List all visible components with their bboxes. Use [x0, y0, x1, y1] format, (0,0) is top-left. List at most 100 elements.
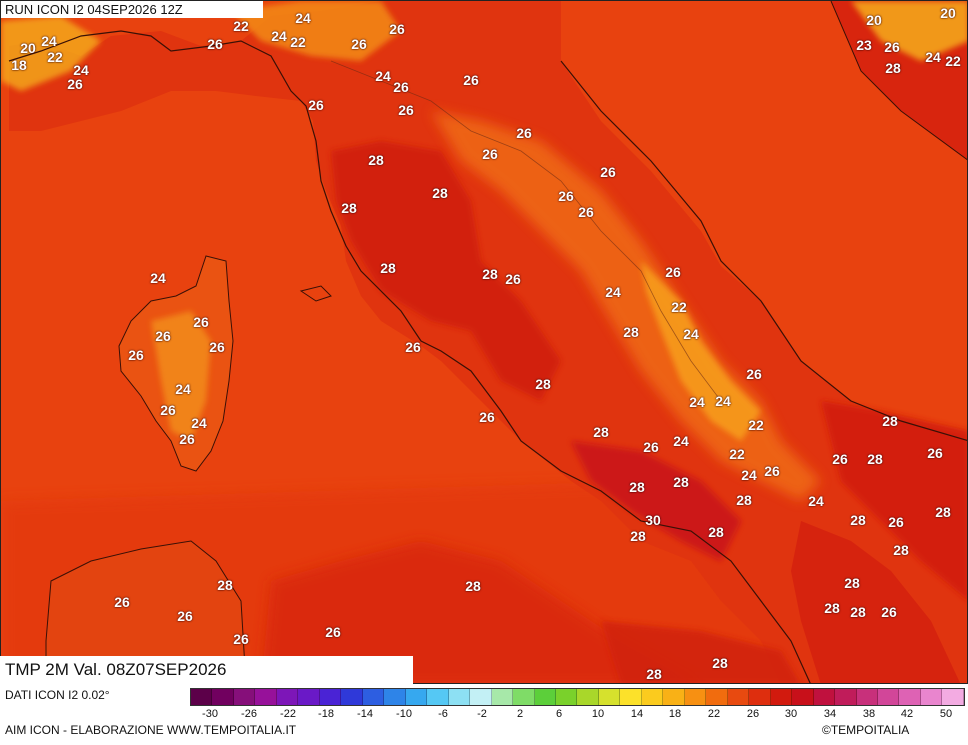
color-scale-cell [491, 689, 514, 705]
temperature-value-label: 28 [630, 528, 646, 544]
temperature-map: 24 26 20 24 22 18 24 26 26 22 24 22 26 24 26 26 26 26 26 20… [0, 0, 968, 684]
temperature-value-label: 24 [295, 10, 311, 26]
temperature-value-label: 28 [593, 424, 609, 440]
temperature-value-label: 26 [398, 102, 414, 118]
temperature-value-label: 28 [824, 600, 840, 616]
temperature-value-label: 24 [41, 33, 57, 49]
temperature-value-label: 26 [764, 463, 780, 479]
color-scale-cell [706, 689, 728, 705]
temperature-value-label: 24 [741, 467, 757, 483]
temperature-value-label: 22 [671, 299, 687, 315]
temperature-value-label: 26 [114, 594, 130, 610]
color-scale-cell [405, 689, 428, 705]
color-scale-tick-label: 34 [823, 708, 837, 720]
color-scale-cell [835, 689, 857, 705]
temperature-value-label: 28 [850, 604, 866, 620]
temperature-value-label: 26 [884, 39, 900, 55]
temperature-value-label: 28 [885, 60, 901, 76]
temperature-value-label: 18 [11, 57, 27, 73]
temperature-value-label: 28 [217, 577, 233, 593]
temperature-value-label: 24 [808, 493, 824, 509]
temperature-value-label: 26 [463, 72, 479, 88]
color-scale-cell [470, 689, 492, 705]
temperature-value-label: 24 [689, 394, 705, 410]
temperature-value-label: 24 [73, 62, 89, 78]
temperature-value-label: 24 [175, 381, 191, 397]
temperature-value-label: 20 [20, 40, 36, 56]
temperature-value-label: 28 [736, 492, 752, 508]
temperature-value-label: 26 [351, 36, 367, 52]
temperature-value-label: 28 [629, 479, 645, 495]
temperature-value-label: 26 [209, 339, 225, 355]
temperature-value-label: 26 [600, 164, 616, 180]
credits-label: AIM ICON - ELABORAZIONE WWW.TEMPOITALIA.… [5, 723, 297, 737]
color-scale-tick-label: 38 [862, 708, 876, 720]
temperature-value-label: 26 [393, 79, 409, 95]
temperature-value-label: 26 [67, 76, 83, 92]
temperature-value-label: 22 [290, 34, 306, 50]
validity-label: TMP 2M Val. 08Z07SEP2026 [0, 656, 413, 684]
color-scale-cell [427, 689, 449, 705]
color-scale-cell [255, 689, 277, 705]
temperature-value-label: 26 [505, 271, 521, 287]
map-graphics [1, 1, 967, 683]
color-scale-cell [920, 689, 943, 705]
color-scale-cell [555, 689, 578, 705]
temperature-value-label: 28 [368, 152, 384, 168]
temperature-value-label: 30 [645, 512, 661, 528]
color-scale-tick-label: -18 [318, 708, 334, 720]
temperature-value-label: 26 [160, 402, 176, 418]
color-scale-cell [319, 689, 342, 705]
temperature-value-label: 24 [150, 270, 166, 286]
temperature-value-label: 28 [646, 666, 662, 682]
temperature-value-label: 20 [940, 5, 956, 21]
color-scale-cell [233, 689, 256, 705]
temperature-value-label: 28 [893, 542, 909, 558]
color-scale-tick-label: -14 [357, 708, 373, 720]
color-scale-tick-label: -30 [202, 708, 218, 720]
temperature-value-label: 28 [482, 266, 498, 282]
temperature-value-label: 22 [945, 53, 961, 69]
temperature-value-label: 28 [535, 376, 551, 392]
color-scale-cell [684, 689, 707, 705]
temperature-value-label: 28 [465, 578, 481, 594]
color-scale-cell [598, 689, 621, 705]
color-scale-cell [384, 689, 406, 705]
color-scale-cell [513, 689, 535, 705]
copyright-label: ©TEMPOITALIA [822, 723, 910, 737]
temperature-value-label: 26 [482, 146, 498, 162]
temperature-value-label: 24 [605, 284, 621, 300]
color-scale-cell [212, 689, 234, 705]
temperature-value-label: 24 [191, 415, 207, 431]
temperature-value-label: 26 [643, 439, 659, 455]
color-scale-tick-label: 18 [668, 708, 682, 720]
color-scale-tick-label: 10 [591, 708, 605, 720]
color-scale-cell [448, 689, 471, 705]
temperature-value-label: 24 [925, 49, 941, 65]
color-scale-tick-label: 14 [630, 708, 644, 720]
color-scale-cell [749, 689, 771, 705]
temperature-value-label: 28 [844, 575, 860, 591]
color-scale-tick-label: 42 [900, 708, 914, 720]
temperature-value-label: 26 [558, 188, 574, 204]
color-scale-cell [276, 689, 299, 705]
temperature-value-label: 26 [155, 328, 171, 344]
temperature-value-label: 28 [867, 451, 883, 467]
color-scale-tick-label: -6 [438, 708, 448, 720]
temperature-value-label: 26 [578, 204, 594, 220]
color-scale-cell [362, 689, 385, 705]
color-scale-cell [792, 689, 814, 705]
temperature-value-label: 26 [665, 264, 681, 280]
color-scale-cell [663, 689, 685, 705]
temperature-value-label: 24 [375, 68, 391, 84]
color-scale-cell [577, 689, 599, 705]
temperature-value-label: 28 [341, 200, 357, 216]
color-scale-cell [770, 689, 793, 705]
color-scale-cell [813, 689, 836, 705]
temperature-value-label: 24 [673, 433, 689, 449]
temperature-value-label: 28 [623, 324, 639, 340]
color-scale-cell [298, 689, 320, 705]
temperature-value-label: 26 [389, 21, 405, 37]
temperature-value-label: 26 [881, 604, 897, 620]
color-scale-ticks: -30 -26 -22 -18 -14 -10 -6 -2 2 6 10 14 18 22 26 30 34 38… [0, 708, 968, 722]
